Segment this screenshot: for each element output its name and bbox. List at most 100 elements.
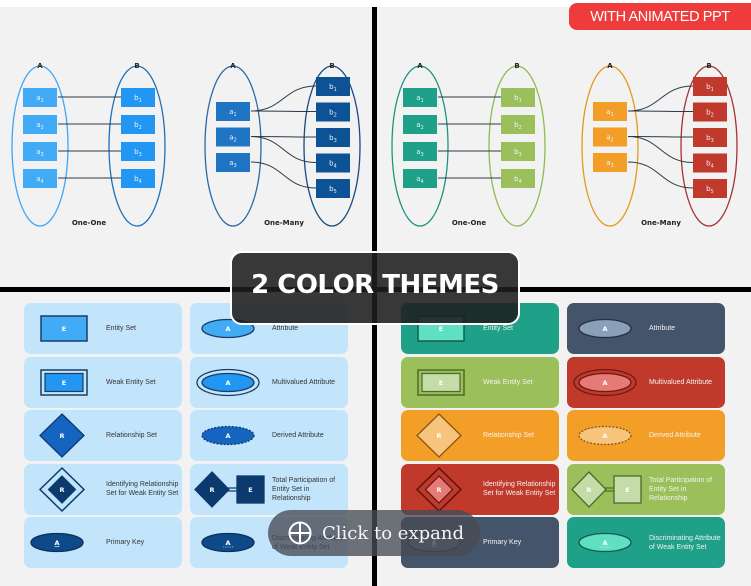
theme2-diagrams-panel: A Ba1 a2 a3 a4 b1 b2 b3 b4 One-One A Ba1 a2 a3 b1 b2 b3 b…: [377, 7, 751, 287]
weak-entity-set-symbol-icon: E: [401, 357, 481, 408]
mapping-line: [250, 85, 317, 112]
svg-text:E: E: [62, 325, 66, 333]
one-one-caption: One-One: [452, 219, 487, 227]
svg-text:A: A: [602, 379, 607, 387]
multivalued-attribute-symbol-icon: A: [190, 357, 270, 408]
legend-card-label: Attribute: [272, 325, 299, 332]
color-themes-banner: 2 COLOR THEMES: [230, 251, 520, 325]
one-many-diagram: A Ba1a2a3b1b2b3b4b5One-Many: [581, 62, 738, 227]
theme1-cardinality-diagrams: A Ba1a2a3a4b1b2b3b4One-OneA Ba1a2a3b1b2b3b…: [11, 62, 361, 227]
identifying-relationship-symbol-icon: R: [24, 464, 104, 515]
svg-text:E: E: [439, 379, 443, 387]
legend-card-label: Total Participation of Entity Set in Rel…: [649, 476, 713, 502]
set-b-label: B: [706, 62, 711, 70]
theme1-legend-card: R Identifying Relationship Set for Weak E…: [24, 463, 182, 515]
legend-card-label: Entity Set: [106, 325, 136, 332]
one-one-caption: One-One: [72, 219, 107, 227]
svg-text:A: A: [225, 379, 230, 387]
legend-card-label: Primary Key: [483, 539, 522, 546]
set-b-label: B: [514, 62, 519, 70]
total-participation-symbol-icon: RE: [567, 464, 647, 515]
set-b-label: B: [329, 62, 334, 70]
legend-card-label: Identifying Relationship Set for Weak En…: [483, 481, 556, 497]
set-a-label: A: [607, 62, 613, 70]
legend-card-label: Primary Key: [106, 539, 145, 546]
svg-text:R: R: [436, 432, 441, 440]
one-many-caption: One-Many: [264, 219, 304, 227]
animated-ppt-badge: WITH ANIMATED PPT: [569, 3, 751, 30]
svg-text:R: R: [209, 486, 214, 494]
svg-text:A: A: [602, 325, 607, 333]
legend-card-label: Derived Attribute: [272, 432, 324, 439]
theme2-legend-card: A Derived Attribute: [567, 410, 725, 461]
entity-set-symbol-icon: E: [24, 303, 104, 354]
svg-text:A: A: [225, 539, 230, 547]
total-participation-symbol-icon: RE: [190, 464, 270, 515]
mapping-line: [250, 110, 317, 112]
theme1-legend-card: E Entity Set: [24, 303, 182, 354]
legend-card-label: Entity Set: [483, 325, 513, 332]
theme2-legend-card: R E Total Participation of Entity Set in R…: [567, 463, 725, 515]
legend-card-label: Multivalued Attribute: [272, 378, 336, 386]
one-one-diagram: A Ba1a2a3a4b1b2b3b4One-One: [11, 62, 166, 227]
one-one-diagram: A Ba1a2a3a4b1b2b3b4One-One: [391, 62, 546, 227]
svg-text:R: R: [586, 486, 591, 494]
legend-card-label: Weak Entity Set: [106, 378, 156, 386]
svg-text:A: A: [602, 539, 607, 547]
svg-text:R: R: [59, 432, 64, 440]
relationship-set-symbol-icon: R: [24, 410, 104, 461]
theme1-legend-card: A Primary Key: [24, 517, 182, 568]
multivalued-attribute-symbol-icon: A: [567, 357, 647, 408]
click-to-expand-button[interactable]: Click to expand: [268, 510, 480, 556]
primary-key-symbol-icon: A: [24, 517, 104, 568]
legend-card-label: Attribute: [649, 325, 676, 332]
svg-text:A: A: [54, 539, 59, 547]
svg-text:E: E: [248, 486, 252, 494]
theme1-legend-card: R Relationship Set: [24, 410, 182, 461]
theme2-legend-card: R Relationship Set: [401, 410, 559, 461]
derived-attribute-symbol-icon: A: [190, 410, 270, 461]
theme1-legend-card: A Multivalued Attribute: [190, 356, 348, 408]
legend-card-label: Derived Attribute: [649, 432, 701, 439]
theme1-legend-card: A Derived Attribute: [190, 410, 348, 461]
set-a-label: A: [417, 62, 423, 70]
legend-card-label: Relationship Set: [483, 432, 534, 439]
set-a-label: A: [230, 62, 236, 70]
theme2-legend-card: R Identifying Relationship Set for Weak E…: [401, 463, 559, 515]
theme2-legend-card: A Multivalued Attribute: [567, 356, 725, 408]
svg-text:E: E: [62, 379, 66, 387]
set-b-label: B: [134, 62, 139, 70]
one-many-caption: One-Many: [641, 219, 681, 227]
one-many-diagram: A Ba1a2a3b1b2b3b4b5One-Many: [204, 62, 361, 227]
svg-text:R: R: [436, 486, 441, 494]
attribute-symbol-icon: A: [567, 303, 647, 354]
set-a-label: A: [37, 62, 43, 70]
legend-card-label: Discriminating Attribute of Weak Entity …: [649, 534, 721, 551]
svg-text:E: E: [439, 325, 443, 333]
legend-card-label: Multivalued Attribute: [649, 378, 713, 386]
theme1-legend-card: R E Total Participation of Entity Set in R…: [190, 463, 348, 515]
mapping-line: [627, 85, 694, 112]
svg-text:A: A: [602, 432, 607, 440]
relationship-set-symbol-icon: R: [401, 410, 481, 461]
theme2-legend-card: A Attribute: [567, 303, 725, 354]
discriminating-attribute-symbol-icon: A: [190, 517, 270, 568]
legend-card-label: Relationship Set: [106, 432, 157, 439]
weak-entity-set-symbol-icon: E: [24, 357, 104, 408]
crosshair-circle-icon: [288, 521, 312, 545]
svg-text:R: R: [59, 486, 64, 494]
legend-card-label: Weak Entity Set: [483, 378, 533, 386]
theme2-cardinality-diagrams: A Ba1a2a3a4b1b2b3b4One-OneA Ba1a2a3b1b2b3b…: [391, 62, 738, 227]
svg-text:A: A: [225, 432, 230, 440]
click-to-expand-label: Click to expand: [322, 522, 464, 544]
legend-card-label: Identifying Relationship Set for Weak En…: [106, 481, 179, 497]
theme1-legend-card: E Weak Entity Set: [24, 356, 182, 408]
derived-attribute-symbol-icon: A: [567, 410, 647, 461]
svg-text:E: E: [625, 486, 629, 494]
discriminating-attribute-symbol-icon: A: [567, 517, 647, 568]
identifying-relationship-symbol-icon: R: [401, 464, 481, 515]
legend-card-label: Total Participation of Entity Set in Rel…: [272, 476, 336, 502]
svg-text:A: A: [225, 325, 230, 333]
mapping-line: [627, 110, 694, 112]
theme2-legend-card: E Weak Entity Set: [401, 356, 559, 408]
